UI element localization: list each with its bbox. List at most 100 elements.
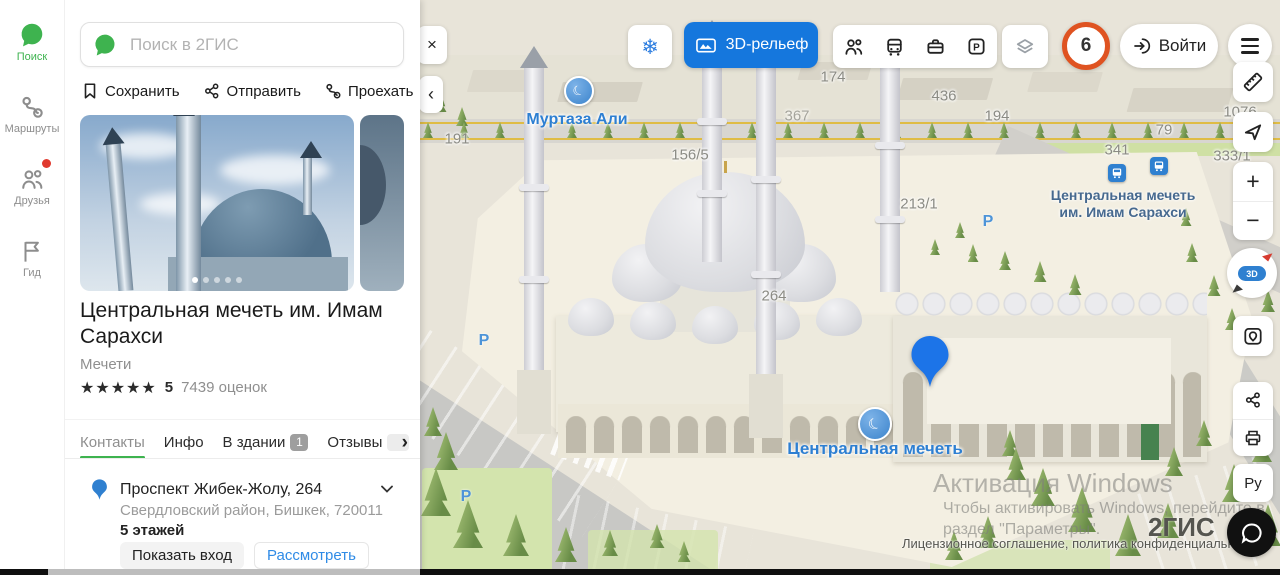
search-input[interactable] [128,34,391,56]
login-icon [1132,36,1152,56]
minaret-balcony [697,118,727,125]
share-map-button[interactable] [1233,382,1273,420]
courtyard-dome-row [893,290,1207,318]
traffic-score-button[interactable]: 6 [1062,22,1110,70]
parking-button[interactable]: P [956,25,997,68]
bus-stop-icon[interactable] [1108,164,1126,182]
parking-mark: P [461,488,472,506]
rating-value: 5 [165,379,173,396]
tab-contacts[interactable]: Контакты [80,434,145,451]
zoom-out-button[interactable]: − [1233,202,1273,241]
small-dome [568,298,614,336]
tabs-more-button[interactable]: › [402,432,408,454]
sidebar-item-routes[interactable]: Маршруты [0,94,64,135]
minaret-balcony [751,176,781,183]
place-address[interactable]: Проспект Жибек-Жолу, 264 [120,481,322,499]
house-number: 264 [761,288,786,305]
poi-label-central-mosque-full-line2[interactable]: им. Имам Сарахси [1059,204,1186,220]
language-button[interactable]: Ру [1233,464,1273,502]
compass-3d-control[interactable]: 3D [1227,248,1277,298]
friends-on-map-button[interactable] [833,25,874,68]
small-dome [630,302,676,340]
flag-icon [19,238,45,264]
compass-3d-badge: 3D [1238,266,1266,281]
inspect-button[interactable]: Рассмотреть [254,542,369,569]
minaret [756,56,776,438]
place-photo-next[interactable] [360,115,404,291]
chat-bubble-icon [1240,521,1264,545]
close-panel-button[interactable]: × [417,26,447,64]
route-to-button[interactable]: Проехать [324,82,414,100]
add-to-map-button[interactable] [1233,316,1273,356]
business-button[interactable] [915,25,956,68]
place-floors: 5 этажей [120,522,184,539]
rating-stars: ★★★★★ [80,378,157,397]
minaret-balcony [697,190,727,197]
layers-icon [1014,36,1036,58]
bus-stop-icon[interactable] [1150,157,1168,175]
terrain-icon [694,35,718,56]
my-location-button[interactable] [1233,112,1273,152]
place-rating: ★★★★★ 5 7439 оценок [80,378,267,397]
tab-in-building[interactable]: В здании 1 [223,434,309,451]
traffic-score: 6 [1081,35,1092,57]
building-block [1027,72,1103,92]
place-category[interactable]: Мечети [80,356,131,373]
layers-button[interactable] [1002,25,1048,68]
minaret-balcony [751,271,781,278]
house-number: 156/5 [671,147,709,164]
route-icon [19,94,45,120]
share-print-group [1233,382,1273,456]
poi-label-murtaza-ali[interactable]: Муртаза Али [526,111,627,129]
tab-reviews[interactable]: Отзывы [327,434,409,451]
collapse-panel-button[interactable]: ‹ [419,76,443,113]
2gis-app: 191 156/5 174 367 436 194 1076 79 341 33… [0,0,1280,575]
show-entrance-button[interactable]: Показать вход [120,542,244,569]
2gis-logo: 2ГИС [1148,512,1215,543]
mosque-poi-icon[interactable]: ☾ [858,407,892,441]
selected-place-pin[interactable] [910,335,950,390]
sidebar-item-search[interactable]: Поиск [0,22,64,63]
sidebar-item-guide[interactable]: Гид [0,238,64,279]
green-door [1141,424,1159,460]
ruler-button[interactable] [1233,62,1273,102]
mosque-poi-icon[interactable]: ☾ [564,76,594,106]
rating-count[interactable]: 7439 оценок [181,379,267,396]
bookmark-icon [81,82,99,100]
minaret-base [517,370,551,434]
dome-finial [724,161,727,173]
place-title: Центральная мечеть им. Имам Сарахси [80,298,400,350]
friends-icon [19,166,45,192]
support-chat-button[interactable] [1227,508,1276,557]
address-expand-button[interactable] [380,484,394,494]
print-button[interactable] [1233,420,1273,457]
2gis-logo-icon [93,33,117,57]
sidebar-item-label: Маршруты [0,123,64,135]
zoom-in-button[interactable]: + [1233,162,1273,202]
chevron-down-icon [380,484,394,494]
photo-carousel-dots [192,277,242,283]
sidebar-item-friends[interactable]: Друзья [0,166,64,207]
transport-button[interactable] [874,25,915,68]
search-box[interactable] [80,22,404,67]
parking-mark: P [479,332,490,350]
tab-info[interactable]: Инфо [164,434,204,451]
house-number: 213/1 [900,196,938,213]
poi-label-central-mosque[interactable]: Центральная мечеть [787,439,963,459]
house-number: 367 [784,108,809,125]
house-number: 174 [820,69,845,86]
terrain-3d-button[interactable]: 3D-рельеф [684,22,818,68]
inner-courtyard [927,338,1171,424]
minaret-balcony [875,142,905,149]
save-button[interactable]: Сохранить [81,82,180,100]
location-arrow-icon [1242,121,1264,143]
freeze-map-button[interactable]: ❄ [628,25,672,68]
house-number: 79 [1156,122,1173,139]
contact-buttons: Показать вход Рассмотреть [120,542,369,569]
send-button[interactable]: Отправить [203,82,301,100]
login-button[interactable]: Войти [1120,24,1218,68]
windows-watermark-line: Чтобы активировать Windows, перейдите в [943,500,1265,518]
poi-label-central-mosque-full-line1[interactable]: Центральная мечеть [1051,187,1196,203]
place-photo-main[interactable] [80,115,354,291]
divider [64,458,420,459]
